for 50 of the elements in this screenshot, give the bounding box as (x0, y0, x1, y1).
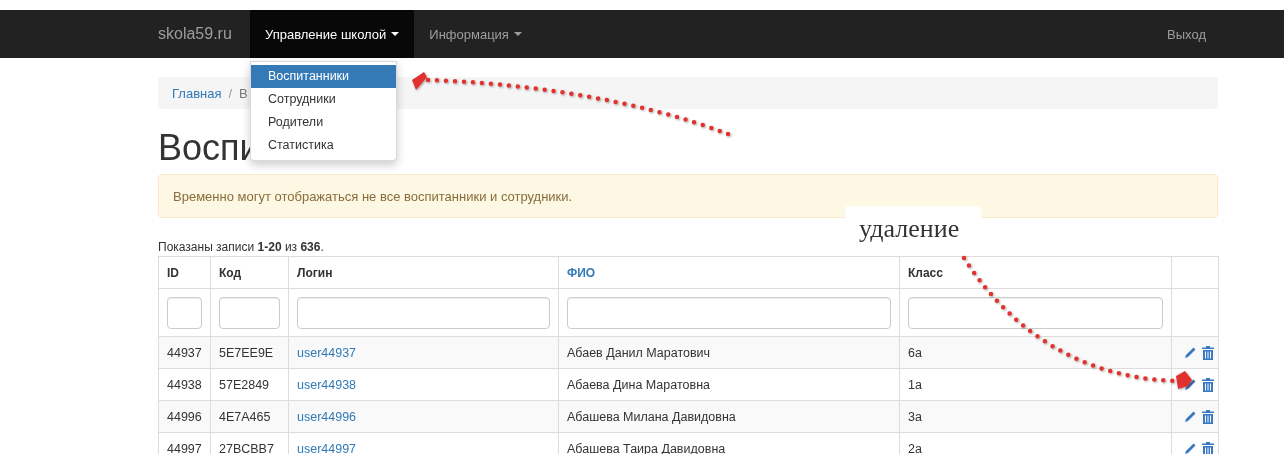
trash-icon[interactable] (1202, 409, 1214, 424)
login-link[interactable]: user44997 (297, 441, 357, 454)
caret-icon (513, 32, 522, 36)
table-cell: Абаева Дина Маратовна (558, 368, 900, 401)
breadcrumb-separator: / (228, 85, 233, 101)
table-cell: Абашева Милана Давидовна (558, 400, 900, 433)
nav-menu[interactable]: Информация (414, 10, 537, 58)
breadcrumb-link[interactable]: В (239, 85, 248, 101)
filter-field[interactable] (167, 296, 202, 329)
login-link[interactable]: user44996 (297, 409, 357, 424)
login-link[interactable]: user44938 (297, 377, 357, 392)
pencil-icon[interactable] (1183, 346, 1197, 360)
login-link[interactable]: user44937 (297, 345, 357, 360)
trash-icon[interactable] (1202, 345, 1214, 360)
column-header[interactable]: ФИО (558, 256, 900, 289)
table-cell: 44937 (158, 336, 211, 369)
pencil-icon[interactable] (1183, 442, 1197, 454)
table-cell: 1а (899, 368, 1172, 401)
trash-icon[interactable] (1202, 377, 1214, 392)
trash-icon[interactable] (1202, 441, 1214, 454)
filter-field[interactable] (567, 296, 891, 329)
alert-text: Временно могут отображаться не все воспитанники и сотрудники. (173, 188, 573, 204)
table-cell: 5E7EE9E (210, 336, 289, 369)
column-header: Класс (899, 256, 1172, 289)
table-cell: Абаев Данил Маратович (558, 336, 900, 369)
column-header: ID (158, 256, 211, 289)
breadcrumb-link[interactable]: Главная (172, 85, 222, 101)
site-brand-link[interactable]: skola59.ru (158, 10, 250, 58)
table-cell: 57E2849 (210, 368, 289, 401)
table-cell: 3а (899, 400, 1172, 433)
nav-menu[interactable]: Управление школой (250, 10, 415, 58)
pencil-icon[interactable] (1183, 378, 1197, 392)
filter-field[interactable] (908, 296, 1163, 329)
column-header: Код (210, 256, 289, 289)
filter-field[interactable] (219, 296, 280, 329)
table-cell: 44938 (158, 368, 211, 401)
table-cell: 44997 (158, 432, 211, 454)
menu-item[interactable]: Сотрудники (251, 88, 396, 111)
table-cell: 4E7A465 (210, 400, 289, 433)
caret-icon (391, 32, 400, 36)
filter-field[interactable] (297, 296, 550, 329)
logout-link[interactable]: Выход (1167, 10, 1218, 58)
menu-item[interactable]: Родители (251, 111, 396, 134)
pencil-icon[interactable] (1183, 410, 1197, 424)
table-cell: 6а (899, 336, 1172, 369)
records-summary: Показаны записи 1-20 из 636. (158, 239, 325, 256)
menu-item[interactable]: Статистика (251, 134, 396, 157)
menu-item[interactable]: Воспитанники (251, 65, 396, 88)
column-header: Логин (288, 256, 559, 289)
table-cell: 44996 (158, 400, 211, 433)
